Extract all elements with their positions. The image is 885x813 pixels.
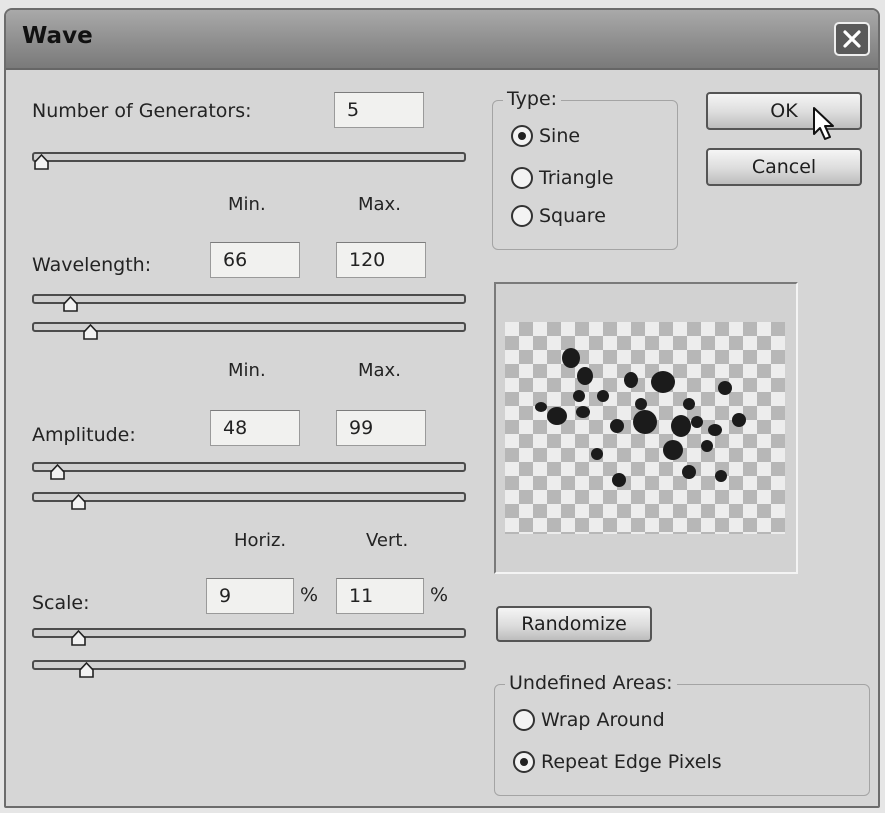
undefined-areas-group: Undefined Areas: Wrap Around Repeat Edge… bbox=[494, 672, 870, 796]
type-legend: Type: bbox=[503, 88, 562, 110]
amplitude-min-slider[interactable] bbox=[32, 462, 466, 472]
slider-thumb-icon[interactable] bbox=[79, 662, 94, 678]
slider-thumb-icon[interactable] bbox=[62, 296, 78, 312]
preview-image bbox=[535, 348, 746, 487]
amplitude-max-input[interactable]: 99 bbox=[336, 410, 426, 446]
amplitude-min-input[interactable]: 48 bbox=[210, 410, 300, 446]
wavelength-max-input[interactable]: 120 bbox=[336, 242, 426, 278]
scale-horiz-header: Horiz. bbox=[234, 530, 287, 551]
wavelength-min-slider[interactable] bbox=[32, 294, 466, 304]
amplitude-label: Amplitude: bbox=[32, 424, 136, 446]
triangle-radio-indicator bbox=[511, 167, 533, 189]
slider-thumb-icon[interactable] bbox=[50, 464, 66, 480]
close-icon bbox=[843, 30, 861, 48]
repeat-edge-pixels-radio-indicator bbox=[513, 751, 535, 773]
close-button[interactable] bbox=[834, 22, 870, 56]
sine-radio-indicator bbox=[511, 125, 533, 147]
slider-thumb-icon[interactable] bbox=[71, 630, 86, 646]
cancel-button[interactable]: Cancel bbox=[706, 148, 862, 186]
scale-horiz-percent: % bbox=[300, 584, 319, 606]
wavelength-label: Wavelength: bbox=[32, 254, 152, 276]
dialog-body: Number of Generators: 5 Min. Max. Wavele… bbox=[6, 70, 878, 806]
randomize-button[interactable]: Randomize bbox=[496, 606, 652, 642]
type-triangle-label: Triangle bbox=[539, 167, 614, 189]
pointer-cursor-icon bbox=[813, 107, 834, 140]
slider-thumb-icon[interactable] bbox=[34, 154, 49, 170]
title-bar: Wave bbox=[6, 10, 878, 70]
type-square-label: Square bbox=[539, 205, 606, 227]
undefined-areas-legend: Undefined Areas: bbox=[505, 672, 677, 694]
generators-slider[interactable] bbox=[32, 152, 466, 162]
dialog-title: Wave bbox=[22, 23, 93, 49]
wrap-around-label: Wrap Around bbox=[541, 709, 665, 731]
repeat-edge-pixels-radio[interactable]: Repeat Edge Pixels bbox=[513, 751, 722, 773]
scale-horiz-input[interactable]: 9 bbox=[206, 578, 294, 614]
scale-label: Scale: bbox=[32, 592, 90, 614]
wrap-around-radio-indicator bbox=[513, 709, 535, 731]
scale-vert-input[interactable]: 11 bbox=[336, 578, 424, 614]
wavelength-max-header: Max. bbox=[358, 194, 401, 215]
type-square-radio[interactable]: Square bbox=[511, 205, 606, 227]
scale-horiz-slider[interactable] bbox=[32, 628, 466, 638]
repeat-edge-pixels-label: Repeat Edge Pixels bbox=[541, 751, 722, 773]
ok-button[interactable]: OK bbox=[706, 92, 862, 130]
wavelength-min-header: Min. bbox=[228, 194, 266, 215]
type-triangle-radio[interactable]: Triangle bbox=[511, 167, 614, 189]
type-group: Type: Sine Triangle Square bbox=[492, 88, 678, 250]
wrap-around-radio[interactable]: Wrap Around bbox=[513, 709, 665, 731]
amplitude-min-header: Min. bbox=[228, 360, 266, 381]
square-radio-indicator bbox=[511, 205, 533, 227]
generators-label: Number of Generators: bbox=[32, 100, 252, 122]
scale-vert-slider[interactable] bbox=[32, 660, 466, 670]
type-sine-label: Sine bbox=[539, 125, 581, 147]
scale-vert-header: Vert. bbox=[366, 530, 409, 551]
slider-thumb-icon[interactable] bbox=[83, 324, 98, 340]
wavelength-min-input[interactable]: 66 bbox=[210, 242, 300, 278]
type-sine-radio[interactable]: Sine bbox=[511, 125, 580, 147]
scale-vert-percent: % bbox=[430, 584, 449, 606]
wave-dialog: Wave Number of Generators: 5 Min. Max. W… bbox=[4, 8, 880, 808]
generators-input[interactable]: 5 bbox=[334, 92, 424, 128]
amplitude-max-slider[interactable] bbox=[32, 492, 466, 502]
preview-panel[interactable] bbox=[494, 282, 798, 574]
amplitude-max-header: Max. bbox=[358, 360, 401, 381]
slider-thumb-icon[interactable] bbox=[71, 494, 86, 510]
